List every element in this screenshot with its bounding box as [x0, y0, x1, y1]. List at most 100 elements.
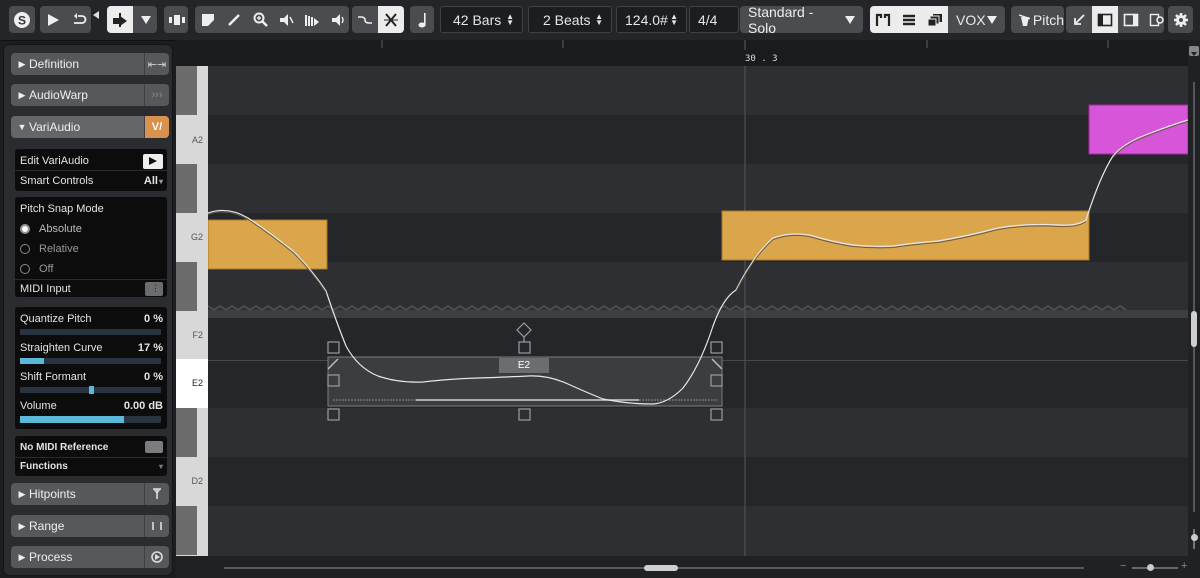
pencil-tool-button[interactable]: [221, 6, 247, 33]
radio-icon[interactable]: [20, 244, 30, 254]
black-key[interactable]: [176, 408, 197, 457]
volume-slider[interactable]: [20, 416, 161, 423]
toolbar: S 42 Bars ▲ ▼ 2 Beats ▲ ▼ 124.0# ▲ ▼ 4/4…: [0, 0, 1200, 41]
definition-icon[interactable]: ⇤⇥: [144, 53, 169, 75]
note-icon: [410, 6, 436, 33]
curve-icon: [358, 15, 372, 24]
black-key[interactable]: [176, 506, 197, 555]
loop-icon: [74, 12, 87, 24]
snap-button[interactable]: [378, 6, 404, 33]
stack-button[interactable]: [896, 6, 922, 33]
pitch-editor-grid[interactable]: E2: [208, 66, 1188, 556]
straighten-curve-slider[interactable]: [20, 358, 161, 364]
horizontal-zoom-slider[interactable]: [1132, 567, 1178, 569]
split-tool-button[interactable]: [195, 6, 221, 33]
zoom-in-icon[interactable]: +: [1181, 560, 1187, 572]
black-key[interactable]: [176, 262, 197, 311]
quantize-note-button[interactable]: [410, 6, 434, 33]
warp-arrows-icon[interactable]: ›››: [144, 84, 169, 106]
edit-variaudio-button[interactable]: [143, 153, 163, 169]
left-panel-icon: [1097, 13, 1113, 26]
warp-tool-button[interactable]: [299, 6, 325, 33]
tempo-field[interactable]: 124.0# ▲ ▼: [616, 6, 687, 33]
black-key[interactable]: [176, 164, 197, 213]
spinner-icon[interactable]: ▲ ▼: [506, 12, 514, 26]
spinner-icon[interactable]: ▲ ▼: [595, 12, 603, 26]
radio-selected-icon[interactable]: [20, 224, 30, 234]
play-button[interactable]: [40, 6, 66, 33]
midi-input-toggle[interactable]: ⋮: [145, 281, 163, 296]
ruler-options-button[interactable]: [1189, 46, 1199, 56]
vertical-scrollbar[interactable]: [1188, 40, 1200, 556]
midi-reference-row: No MIDI Reference: [20, 438, 163, 456]
settings-button[interactable]: [1168, 6, 1193, 33]
length-bars-field[interactable]: 42 Bars ▲ ▼: [440, 6, 523, 33]
vertical-scroll-thumb[interactable]: [1191, 311, 1197, 347]
section-hitpoints[interactable]: ▶ Hitpoints: [11, 483, 169, 505]
midi-reference-button[interactable]: [145, 441, 163, 453]
windows-button[interactable]: [922, 6, 948, 33]
shift-formant-slider[interactable]: [20, 386, 161, 394]
process-icon[interactable]: [144, 546, 169, 568]
collapse-arrow-icon[interactable]: [93, 11, 99, 19]
horizontal-scrollbar[interactable]: − +: [176, 556, 1200, 578]
hitpoints-icon[interactable]: [144, 483, 169, 505]
horizontal-zoom-handle[interactable]: [1147, 564, 1154, 571]
section-process[interactable]: ▶ Process: [11, 546, 169, 568]
auto-scroll-button[interactable]: [352, 6, 378, 33]
smart-controls-row[interactable]: Smart Controls All ▾: [20, 172, 163, 190]
piano-keyboard[interactable]: A2 G2 F2 E2 D2: [176, 66, 208, 556]
chevron-down-icon: [1191, 52, 1197, 56]
slider-handle[interactable]: [88, 386, 94, 394]
section-variaudio[interactable]: ▼ VariAudio V/: [11, 116, 169, 138]
key-label-e2: E2: [191, 378, 203, 388]
black-key[interactable]: [176, 66, 197, 115]
zoom-out-icon[interactable]: −: [1120, 560, 1126, 572]
mute-tool-button[interactable]: [273, 6, 299, 33]
range-markers-icon[interactable]: [144, 515, 169, 537]
horizontal-scroll-thumb[interactable]: [644, 565, 678, 571]
smart-controls-dropdown[interactable]: All ▾: [144, 175, 163, 187]
select-mode-dropdown[interactable]: [133, 6, 159, 33]
variaudio-icon[interactable]: V/: [144, 116, 169, 138]
chevron-down-icon: [987, 15, 997, 24]
object-select-button[interactable]: [107, 6, 133, 33]
pitch-curve-shadow: [208, 121, 1188, 293]
view-preset-dropdown[interactable]: Standard - Solo: [740, 4, 863, 36]
pitch-snap-option-absolute[interactable]: Absolute: [20, 221, 163, 237]
solo-button[interactable]: S: [9, 6, 35, 33]
track-group: VOX: [870, 6, 1005, 33]
functions-dropdown[interactable]: Functions ▾: [20, 458, 163, 475]
note-segment-a2: [1088, 104, 1188, 155]
speaker-icon: [332, 13, 344, 26]
play-tool-button[interactable]: [325, 6, 351, 33]
audio-waveform-peaks: [208, 304, 1127, 312]
brackets-icon: [875, 13, 891, 26]
section-range[interactable]: ▶ Range: [11, 515, 169, 537]
zoom-tool-button[interactable]: [247, 6, 273, 33]
quantize-pitch-slider[interactable]: [20, 329, 161, 335]
pitch-tool-button[interactable]: Pitch: [1011, 6, 1064, 33]
timeline-ruler[interactable]: 30 . 3: [176, 40, 1190, 66]
pitch-snap-option-relative[interactable]: Relative: [20, 241, 163, 257]
right-zone-button[interactable]: [1118, 6, 1144, 33]
radio-icon[interactable]: [20, 264, 30, 274]
minimize-button[interactable]: [1066, 6, 1092, 33]
shift-formant-row: Shift Formant 0 %: [20, 371, 163, 383]
loop-button[interactable]: [66, 6, 92, 33]
left-zone-button[interactable]: [1092, 6, 1118, 33]
track-selector-dropdown[interactable]: VOX: [948, 6, 1005, 33]
time-signature-field[interactable]: 4/4: [689, 6, 739, 33]
layers-icon: [903, 14, 915, 25]
expand-icon: ▶: [18, 551, 26, 562]
setup-zones-button[interactable]: [1144, 6, 1170, 33]
section-definition[interactable]: ▶ Definition ⇤⇥: [11, 53, 169, 75]
length-beats-field[interactable]: 2 Beats ▲ ▼: [528, 6, 612, 33]
lanes-button[interactable]: [870, 6, 896, 33]
pitch-snap-option-off[interactable]: Off: [20, 261, 163, 277]
solo-icon: S: [9, 6, 35, 33]
spinner-icon[interactable]: ▲ ▼: [670, 12, 678, 26]
section-audiowarp[interactable]: ▶ AudioWarp ›››: [11, 84, 169, 106]
range-tool-button[interactable]: [164, 6, 188, 33]
vertical-zoom-handle[interactable]: [1191, 534, 1198, 541]
